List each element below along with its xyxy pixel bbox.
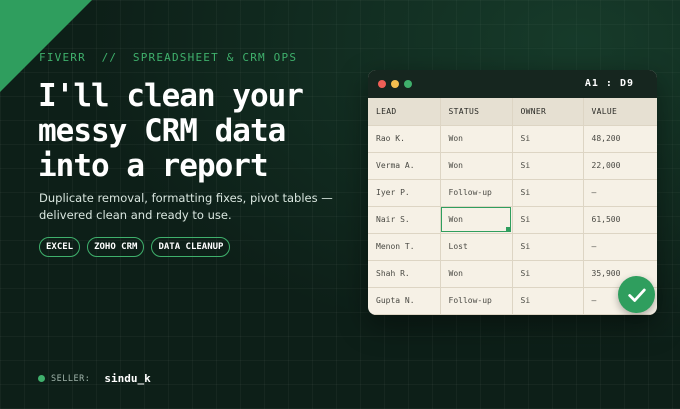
table-cell[interactable]: — bbox=[583, 233, 657, 261]
table-cell[interactable]: — bbox=[583, 179, 657, 207]
table-cell[interactable]: Verma A. bbox=[368, 152, 441, 180]
close-window-icon[interactable] bbox=[378, 80, 386, 88]
subtitle: Duplicate removal, formatting fixes, piv… bbox=[39, 191, 333, 222]
seller-name: sindu_k bbox=[104, 372, 151, 385]
tag-excel: EXCEL bbox=[39, 237, 81, 257]
checkmark-icon bbox=[618, 276, 655, 313]
table-row: Rao K. Won Si 48,200 bbox=[368, 125, 657, 153]
table-cell[interactable]: Si bbox=[512, 152, 584, 180]
data-table: LEAD STATUS OWNER VALUE Rao K. Won Si 48… bbox=[368, 98, 657, 315]
headline-line: into a report bbox=[38, 148, 269, 184]
table-cell[interactable]: Menon T. bbox=[368, 233, 441, 261]
table-cell[interactable]: Won bbox=[440, 125, 513, 153]
table-cell[interactable]: Rao K. bbox=[368, 125, 441, 153]
table-cell[interactable]: 61,500 bbox=[583, 206, 657, 234]
column-header-lead[interactable]: LEAD bbox=[368, 98, 441, 126]
column-header-value[interactable]: VALUE bbox=[583, 98, 657, 126]
checkmark-icon bbox=[627, 288, 646, 302]
table-header-row: LEAD STATUS OWNER VALUE bbox=[368, 98, 657, 126]
table-row: Nair S. Won Si 61,500 bbox=[368, 206, 657, 234]
spreadsheet-window: A1 : D9 LEAD STATUS OWNER VALUE Rao K. W… bbox=[368, 70, 657, 315]
table-cell[interactable]: Si bbox=[512, 179, 584, 207]
table-row: Gupta N. Follow-up Si — bbox=[368, 287, 657, 315]
headline-line: I'll clean your bbox=[38, 78, 304, 114]
tag-data-cleanup: DATA CLEANUP bbox=[151, 237, 231, 257]
column-header-owner[interactable]: OWNER bbox=[512, 98, 584, 126]
column-header-status[interactable]: STATUS bbox=[440, 98, 513, 126]
tag-list: EXCEL ZOHO CRM DATA CLEANUP bbox=[39, 237, 231, 257]
table-cell[interactable]: 48,200 bbox=[583, 125, 657, 153]
status-dot-icon bbox=[38, 375, 45, 382]
table-row: Iyer P. Follow-up Si — bbox=[368, 179, 657, 207]
window-titlebar: A1 : D9 bbox=[368, 70, 657, 98]
table-cell[interactable]: Nair S. bbox=[368, 206, 441, 234]
table-cell[interactable]: Gupta N. bbox=[368, 287, 441, 315]
headline-line: messy CRM data bbox=[38, 113, 286, 149]
eyebrow-label: FIVERR // SPREADSHEET & CRM OPS bbox=[39, 51, 298, 64]
table-row: Menon T. Lost Si — bbox=[368, 233, 657, 261]
table-cell[interactable]: Iyer P. bbox=[368, 179, 441, 207]
table-cell[interactable]: Shah R. bbox=[368, 260, 441, 288]
headline: I'll clean your messy CRM data into a re… bbox=[38, 79, 358, 184]
table-cell[interactable]: Si bbox=[512, 125, 584, 153]
table-cell[interactable]: Si bbox=[512, 206, 584, 234]
cell-range-label: A1 : D9 bbox=[584, 78, 634, 89]
table-cell[interactable]: Si bbox=[512, 260, 584, 288]
table-cell[interactable]: Lost bbox=[440, 233, 513, 261]
table-cell[interactable]: Won bbox=[440, 152, 513, 180]
minimize-window-icon[interactable] bbox=[391, 80, 399, 88]
table-row: Shah R. Won Si 35,900 bbox=[368, 260, 657, 288]
selected-cell[interactable]: Won bbox=[440, 206, 513, 234]
tag-zoho-crm: ZOHO CRM bbox=[87, 237, 145, 257]
table-cell[interactable]: Won bbox=[440, 260, 513, 288]
seller-label: SELLER: bbox=[51, 373, 91, 384]
seller-info: SELLER: sindu_k bbox=[38, 372, 151, 385]
table-row: Verma A. Won Si 22,000 bbox=[368, 152, 657, 180]
table-cell[interactable]: 22,000 bbox=[583, 152, 657, 180]
table-cell[interactable]: Follow-up bbox=[440, 179, 513, 207]
maximize-window-icon[interactable] bbox=[404, 80, 412, 88]
table-cell[interactable]: Si bbox=[512, 233, 584, 261]
table-cell[interactable]: Follow-up bbox=[440, 287, 513, 315]
table-cell[interactable]: Si bbox=[512, 287, 584, 315]
